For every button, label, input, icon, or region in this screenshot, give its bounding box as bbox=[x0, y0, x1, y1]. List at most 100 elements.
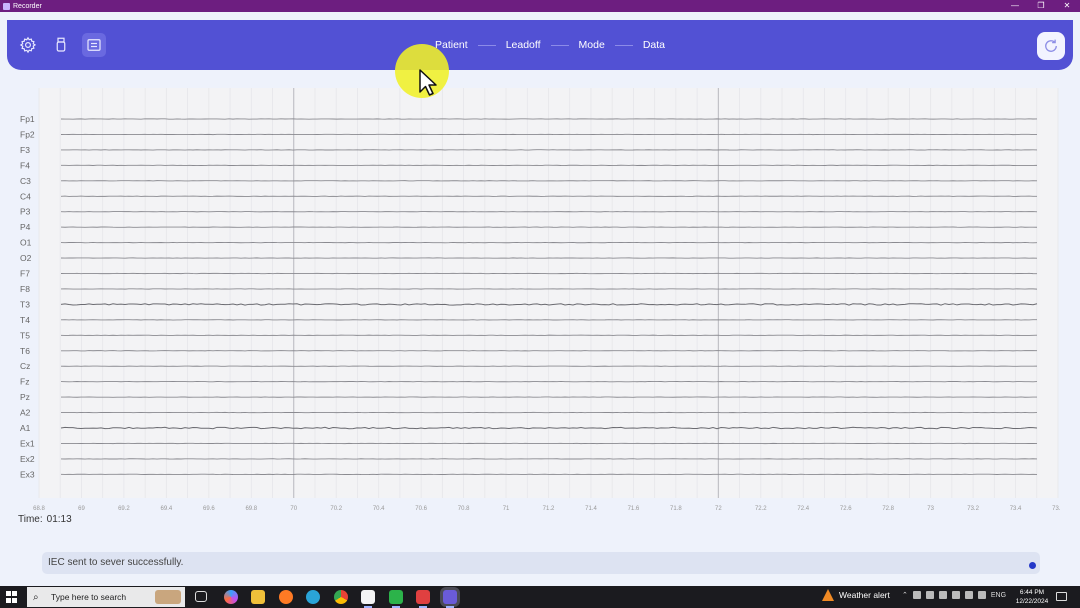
weather-widget[interactable]: Weather alert bbox=[822, 589, 890, 601]
app-icon-red[interactable] bbox=[416, 590, 430, 608]
refresh-button[interactable] bbox=[1037, 32, 1065, 60]
channel-label-a2: A2 bbox=[20, 408, 31, 418]
taskbar-search[interactable]: ⌕ Type here to search bbox=[27, 587, 185, 607]
time-label: Time: bbox=[18, 514, 43, 525]
app-icon bbox=[3, 2, 10, 10]
x-tick-label: 72 bbox=[715, 506, 722, 512]
x-tick-label: 69.2 bbox=[118, 506, 130, 512]
step-mode[interactable]: Mode bbox=[579, 39, 605, 51]
clock-time: 6:44 PM bbox=[1019, 589, 1045, 596]
step-connector bbox=[614, 44, 633, 46]
edge-icon[interactable] bbox=[306, 590, 320, 604]
tray-icon[interactable] bbox=[912, 591, 921, 599]
x-tick-label: 72.4 bbox=[797, 506, 809, 512]
time-readout: Time: 01:13 bbox=[18, 514, 72, 525]
clock-date: 12/22/2024 bbox=[1015, 598, 1049, 605]
minimize-button[interactable]: — bbox=[1002, 0, 1028, 12]
x-tick-label: 73.2 bbox=[967, 506, 979, 512]
step-indicator: Patient Leadoff Mode Data bbox=[435, 38, 665, 52]
x-tick-label: 68.8 bbox=[33, 506, 45, 512]
wifi-icon[interactable] bbox=[964, 591, 973, 599]
notification-icon[interactable] bbox=[1056, 592, 1067, 601]
channel-label-c3: C3 bbox=[20, 176, 31, 186]
step-data[interactable]: Data bbox=[643, 39, 665, 51]
app-body: Patient Leadoff Mode Data Fp1 Fp2 F3 F4 C3 C4… bbox=[0, 12, 1080, 586]
channel-label-o2: O2 bbox=[20, 253, 32, 263]
x-tick-label: 69.6 bbox=[203, 506, 215, 512]
x-tick-label: 71.4 bbox=[585, 506, 597, 512]
channel-label-fp1: Fp1 bbox=[20, 114, 35, 124]
volume-icon[interactable] bbox=[977, 591, 986, 599]
monitor-button[interactable] bbox=[82, 33, 106, 57]
status-message: IEC sent to sever successfully. bbox=[48, 557, 184, 568]
channel-label-p3: P3 bbox=[20, 207, 31, 217]
refresh-icon bbox=[1045, 39, 1057, 52]
channel-label-ex3: Ex3 bbox=[20, 469, 35, 479]
eeg-chart-svg: Fp1 Fp2 F3 F4 C3 C4 P3 P4 O1 O2 F7 F8 T3 T4 T5 T6 Cz Fz Pz… bbox=[20, 88, 1060, 512]
channel-label-o1: O1 bbox=[20, 238, 32, 248]
channel-label-f4: F4 bbox=[20, 160, 30, 170]
eeg-chart: Fp1 Fp2 F3 F4 C3 C4 P3 P4 O1 O2 F7 F8 T3 T4 T5 T6 Cz Fz Pz… bbox=[18, 86, 1060, 516]
settings-button[interactable] bbox=[16, 33, 40, 57]
task-view-icon[interactable] bbox=[195, 591, 207, 602]
channel-label-c4: C4 bbox=[20, 191, 31, 201]
weather-alert-icon bbox=[822, 589, 834, 601]
x-tick-label: 70.6 bbox=[415, 506, 427, 512]
channel-label-cz: Cz bbox=[20, 361, 30, 371]
step-connector bbox=[477, 44, 496, 46]
x-tick-label: 71 bbox=[503, 506, 510, 512]
cloud-icon[interactable] bbox=[925, 591, 934, 599]
x-tick-label: 71.8 bbox=[670, 506, 682, 512]
x-tick-label: 71.2 bbox=[543, 506, 555, 512]
copilot-icon[interactable] bbox=[224, 590, 238, 604]
search-icon: ⌕ bbox=[33, 591, 39, 603]
language-indicator[interactable]: ENG bbox=[991, 592, 1006, 599]
step-patient[interactable]: Patient bbox=[435, 39, 468, 51]
close-button[interactable]: ✕ bbox=[1054, 0, 1080, 12]
x-tick-label: 70 bbox=[290, 506, 297, 512]
search-highlight-image bbox=[155, 590, 181, 604]
x-tick-label: 72.2 bbox=[755, 506, 767, 512]
x-tick-label: 73 bbox=[927, 506, 934, 512]
channel-label-f8: F8 bbox=[20, 284, 30, 294]
battery-icon[interactable] bbox=[951, 591, 960, 599]
x-tick-label: 70.2 bbox=[330, 506, 342, 512]
app-icon-white[interactable] bbox=[361, 590, 375, 608]
file-explorer-icon[interactable] bbox=[251, 590, 265, 604]
window-title-bar: Recorder — ❐ ✕ bbox=[0, 0, 1080, 12]
usb-icon bbox=[56, 37, 66, 52]
firefox-icon[interactable] bbox=[279, 590, 293, 604]
x-tick-label: 69 bbox=[78, 506, 85, 512]
taskbar: ⌕ Type here to search Weather alert ⌃ EN… bbox=[0, 586, 1080, 608]
maximize-button[interactable]: ❐ bbox=[1028, 0, 1054, 12]
header-bar: Patient Leadoff Mode Data bbox=[7, 20, 1073, 70]
channel-label-t6: T6 bbox=[20, 346, 30, 356]
channel-label-a1: A1 bbox=[20, 423, 31, 433]
channel-label-fz: Fz bbox=[20, 377, 29, 387]
taskbar-search-placeholder: Type here to search bbox=[51, 592, 127, 602]
usb-button[interactable] bbox=[49, 33, 73, 57]
channel-label-f7: F7 bbox=[20, 269, 30, 279]
system-clock[interactable]: 6:44 PM 12/22/2024 bbox=[1014, 588, 1050, 606]
x-tick-label: 73.4 bbox=[1010, 506, 1022, 512]
window-title: Recorder bbox=[13, 2, 42, 10]
status-indicator-dot bbox=[1029, 562, 1036, 569]
recorder-app-icon[interactable] bbox=[443, 590, 457, 608]
x-tick-label: 69.4 bbox=[161, 506, 173, 512]
chevron-up-icon[interactable]: ⌃ bbox=[902, 591, 908, 599]
time-value: 01:13 bbox=[46, 514, 72, 525]
microphone-icon[interactable] bbox=[938, 591, 947, 599]
windows-start-button[interactable] bbox=[6, 591, 18, 603]
x-tick-label: 72.6 bbox=[840, 506, 852, 512]
chrome-icon[interactable] bbox=[334, 590, 348, 604]
x-tick-label: 71.6 bbox=[628, 506, 640, 512]
channel-label-t3: T3 bbox=[20, 299, 30, 309]
mouse-cursor-icon bbox=[419, 69, 437, 96]
step-leadoff[interactable]: Leadoff bbox=[506, 39, 541, 51]
channel-label-t5: T5 bbox=[20, 330, 30, 340]
weather-text: Weather alert bbox=[839, 590, 890, 600]
status-bar: IEC sent to sever successfully. bbox=[42, 552, 1040, 574]
channel-label-fp2: Fp2 bbox=[20, 129, 35, 139]
app-icon-green[interactable] bbox=[389, 590, 403, 608]
channel-label-f3: F3 bbox=[20, 145, 30, 155]
